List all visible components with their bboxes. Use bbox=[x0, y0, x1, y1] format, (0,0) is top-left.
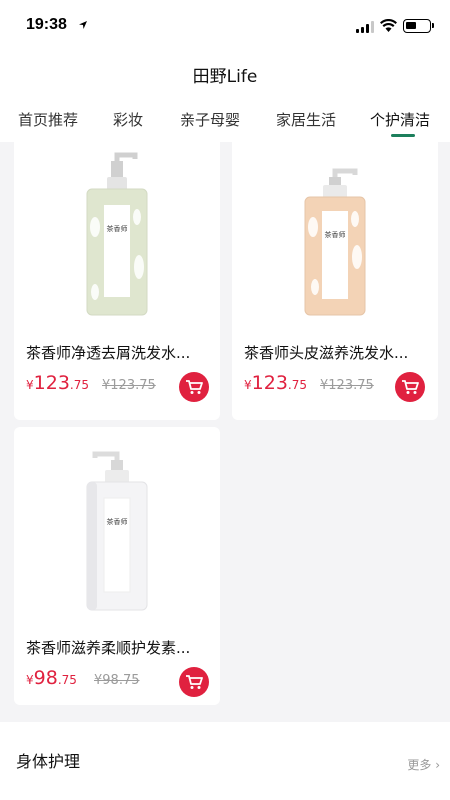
bottle-label: 茶香师 bbox=[325, 230, 346, 239]
location-arrow-icon bbox=[79, 21, 87, 29]
section-card-body-care: 身体护理 更多 › bbox=[0, 722, 450, 800]
product-feed[interactable]: 茶香师 茶香师净透去屑洗发水... ¥123.75 ¥123.75 茶香师 茶香… bbox=[0, 142, 450, 800]
shampoo-bottle-icon: 茶香师 bbox=[304, 168, 366, 316]
product-original-price: ¥98.75 bbox=[94, 673, 140, 688]
cart-icon bbox=[186, 380, 203, 394]
tab-home-living[interactable]: 家居生活 bbox=[276, 109, 336, 130]
cellular-signal-icon bbox=[356, 21, 374, 33]
category-tabs: 首页推荐 彩妆 亲子母婴 家居生活 个护清洁 bbox=[0, 96, 450, 142]
page-title: 田野Life bbox=[192, 67, 258, 87]
add-to-cart-button[interactable] bbox=[179, 667, 209, 697]
tab-makeup[interactable]: 彩妆 bbox=[113, 109, 143, 130]
product-card[interactable]: 茶香师 茶香师头皮滋养洗发水... ¥123.75 ¥123.75 bbox=[232, 142, 438, 420]
wifi-icon bbox=[380, 19, 397, 32]
bottle-label: 茶香师 bbox=[107, 517, 128, 526]
active-tab-indicator bbox=[391, 134, 415, 137]
product-name: 茶香师净透去屑洗发水... bbox=[26, 344, 191, 362]
product-image: 茶香师 bbox=[14, 142, 220, 332]
more-label: 更多 bbox=[407, 758, 432, 772]
product-name: 茶香师头皮滋养洗发水... bbox=[244, 344, 409, 362]
tab-home-recommend[interactable]: 首页推荐 bbox=[18, 109, 78, 130]
add-to-cart-button[interactable] bbox=[395, 372, 425, 402]
tab-personal-care[interactable]: 个护清洁 bbox=[370, 109, 430, 130]
product-card[interactable]: 茶香师 茶香师滋养柔顺护发素... ¥98.75 ¥98.75 bbox=[14, 427, 220, 705]
cart-icon bbox=[402, 380, 419, 394]
app-header: 田野Life bbox=[0, 52, 450, 96]
product-original-price: ¥123.75 bbox=[102, 378, 156, 393]
section-title: 身体护理 bbox=[16, 752, 81, 771]
more-link[interactable]: 更多 › bbox=[407, 756, 440, 773]
battery-icon bbox=[403, 19, 434, 33]
add-to-cart-button[interactable] bbox=[179, 372, 209, 402]
chevron-right-icon: › bbox=[435, 758, 440, 772]
status-bar: 19:38 bbox=[0, 0, 450, 52]
conditioner-bottle-icon: 茶香师 bbox=[86, 451, 148, 611]
product-image: 茶香师 bbox=[232, 142, 438, 332]
product-card[interactable]: 茶香师 茶香师净透去屑洗发水... ¥123.75 ¥123.75 bbox=[14, 142, 220, 420]
shampoo-bottle-icon: 茶香师 bbox=[86, 152, 148, 316]
tab-mother-baby[interactable]: 亲子母婴 bbox=[180, 109, 240, 130]
product-name: 茶香师滋养柔顺护发素... bbox=[26, 639, 191, 657]
product-price: ¥98.75 bbox=[26, 667, 77, 689]
product-image: 茶香师 bbox=[14, 427, 220, 627]
product-price: ¥123.75 bbox=[244, 372, 307, 394]
bottle-label: 茶香师 bbox=[107, 224, 128, 233]
product-original-price: ¥123.75 bbox=[320, 378, 374, 393]
product-price: ¥123.75 bbox=[26, 372, 89, 394]
cart-icon bbox=[186, 675, 203, 689]
status-time: 19:38 bbox=[26, 16, 67, 33]
